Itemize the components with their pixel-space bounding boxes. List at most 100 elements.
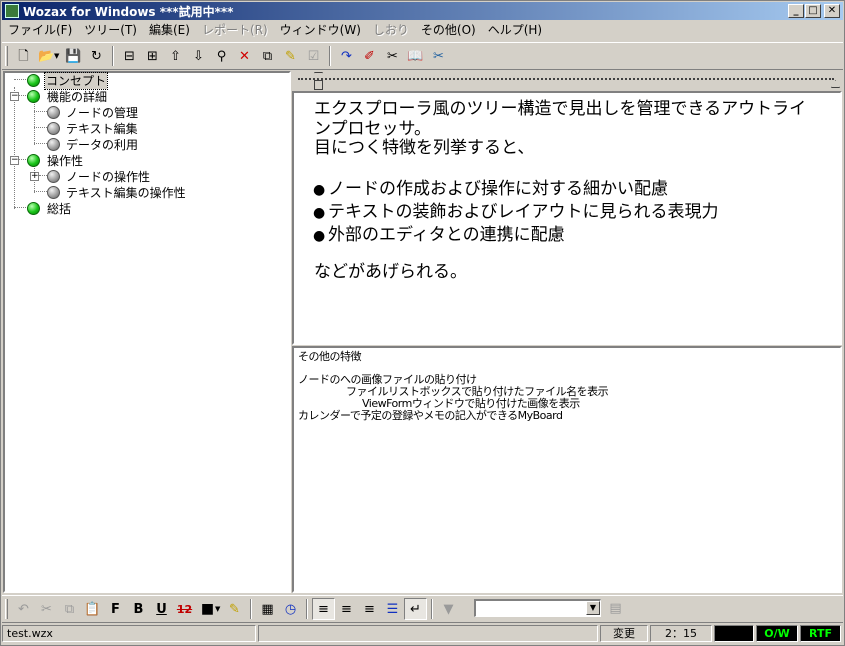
undo-icon[interactable]: ↶ (12, 598, 35, 620)
toolbar-separator (112, 46, 114, 66)
jump-icon[interactable]: ↷ (335, 45, 358, 67)
status-filename: test.wzx (2, 625, 256, 642)
move-up-icon[interactable]: ⇧ (164, 45, 187, 67)
move-down-icon[interactable]: ⇩ (187, 45, 210, 67)
doc-paragraph-line: 目につく特徴を列挙すると、 (314, 138, 535, 158)
memo-line: カレンダーで予定の登録やメモの記入ができるMyBoard (298, 409, 563, 422)
tree-node-node-management[interactable]: ノードの管理 (5, 105, 289, 121)
menu-bar: ファイル(F) ツリー(T) 編集(E) レポート(R) ウィンドウ(W) しお… (2, 20, 843, 40)
tree-node-label: 操作性 (47, 154, 84, 168)
style-extra-icon[interactable]: ▤ (604, 597, 627, 619)
ruler-ticks (298, 78, 834, 80)
document-editor[interactable]: エクスプローラ風のツリー構造で見出しを管理できるアウトライ ンプロセッサ。 目に… (292, 91, 842, 345)
cut-icon[interactable]: ✂ (35, 598, 58, 620)
save-icon[interactable]: 💾 (62, 45, 85, 67)
close-button[interactable]: ✕ (824, 4, 840, 18)
format-toolbar: ↶ ✂ ⧉ 📋 F B U 12 ■ ▼ ✎ ▦ ◷ ≡ ≡ ≡ ☰ ↵ ▼ (2, 595, 843, 623)
menu-window[interactable]: ウィンドウ(W) (274, 20, 367, 40)
node-next-icon[interactable]: ⊞ (141, 45, 164, 67)
node-status-gray-icon (47, 122, 60, 135)
node-status-gray-icon (47, 170, 60, 183)
delete-icon[interactable]: ✕ (233, 45, 256, 67)
tree-panel[interactable]: コンセプト − 機能の詳細 ノードの管理 テキスト編集 データの利用 − 操作性… (3, 71, 291, 593)
title-bar[interactable]: Wozax for Windows ***試用中*** _ □ ✕ (2, 2, 843, 20)
node-status-green-icon (27, 74, 40, 87)
menu-bookmark[interactable]: しおり (367, 20, 415, 40)
tree-node-label: テキスト編集の操作性 (66, 186, 186, 200)
memo-pane[interactable]: その他の特徴 ノードのへの画像ファイルの貼り付け ファイルリストボックスで貼り付… (292, 346, 842, 593)
maximize-button[interactable]: □ (805, 4, 821, 18)
book-icon[interactable]: 📖 (404, 45, 427, 67)
tree-node-text-editing[interactable]: テキスト編集 (5, 121, 289, 137)
find-binoculars-icon[interactable]: ⚲ (210, 45, 233, 67)
clock-icon[interactable]: ◷ (279, 598, 302, 620)
node-status-gray-icon (47, 138, 60, 151)
memo-heading: その他の特徴 (298, 350, 362, 363)
menu-help[interactable]: ヘルプ(H) (482, 20, 548, 40)
tree-node-text-edit-operation[interactable]: テキスト編集の操作性 (5, 185, 289, 201)
style-combobox[interactable]: ▼ (474, 599, 601, 617)
tree-node-label: 総括 (47, 202, 72, 216)
menu-edit[interactable]: 編集(E) (143, 20, 196, 40)
menu-file[interactable]: ファイル(F) (2, 20, 78, 40)
bullet-icon: ● (313, 205, 326, 221)
toolbar-separator (431, 599, 433, 619)
left-indent-marker-icon[interactable] (314, 80, 323, 90)
copy-icon[interactable]: ⧉ (58, 598, 81, 620)
open-dropdown-arrow-icon[interactable]: ▼ (54, 52, 62, 60)
highlight-icon[interactable]: ✎ (223, 598, 246, 620)
node-status-green-icon (27, 154, 40, 167)
new-file-icon[interactable]: 🗋 (12, 45, 35, 67)
note-icon[interactable]: ✎ (279, 45, 302, 67)
style-icon[interactable]: ▼ (437, 598, 460, 620)
paste-icon[interactable]: 📋 (81, 598, 104, 620)
refresh-icon[interactable]: ↻ (85, 45, 108, 67)
tree-node-usability[interactable]: − 操作性 (5, 153, 289, 169)
status-overwrite: O/W (756, 625, 798, 642)
combo-dropdown-arrow-icon[interactable]: ▼ (586, 601, 600, 615)
underline-button[interactable]: U (150, 598, 173, 620)
align-center-icon[interactable]: ≡ (335, 598, 358, 620)
minimize-button[interactable]: _ (788, 4, 804, 18)
status-cursor-position: 2：15 (650, 625, 712, 642)
expand-icon[interactable]: + (30, 172, 39, 181)
tools-icon[interactable]: ✂ (427, 45, 450, 67)
node-status-green-icon (27, 202, 40, 215)
menu-tree[interactable]: ツリー(T) (78, 20, 143, 40)
tree-node-label: テキスト編集 (66, 122, 138, 136)
menu-other[interactable]: その他(O) (415, 20, 482, 40)
calendar-icon[interactable]: ▦ (256, 598, 279, 620)
collapse-icon[interactable]: − (10, 92, 19, 101)
align-left-icon[interactable]: ≡ (312, 598, 335, 620)
check-icon[interactable]: ☑ (302, 45, 325, 67)
bold-button[interactable]: B (127, 598, 150, 620)
tree-node-concept[interactable]: コンセプト (5, 72, 289, 90)
copy-node-icon[interactable]: ⧉ (256, 45, 279, 67)
font-button[interactable]: F (104, 598, 127, 620)
word-wrap-icon[interactable]: ↵ (404, 598, 427, 620)
ruler[interactable] (294, 72, 842, 90)
tree-node-label: ノードの操作性 (66, 170, 151, 184)
tree-node-features[interactable]: − 機能の詳細 (5, 89, 289, 105)
app-icon[interactable] (5, 4, 19, 18)
toolbar-separator (250, 599, 252, 619)
bullet-icon: ● (313, 228, 326, 244)
tree-node-data-usage[interactable]: データの利用 (5, 137, 289, 153)
node-prev-icon[interactable]: ⊟ (118, 45, 141, 67)
edit-pencil-icon[interactable]: ✐ (358, 45, 381, 67)
bullet-list-icon[interactable]: ☰ (381, 598, 404, 620)
collapse-icon[interactable]: − (10, 156, 19, 165)
cut-node-icon[interactable]: ✂ (381, 45, 404, 67)
status-modified: 変更 (600, 625, 648, 642)
menu-report[interactable]: レポート(R) (196, 20, 274, 40)
tree-node-summary[interactable]: 総括 (5, 201, 289, 217)
toolbar-grip[interactable] (5, 599, 8, 619)
right-indent-marker-icon[interactable] (831, 80, 840, 88)
tree-node-node-operation[interactable]: + ノードの操作性 (5, 169, 289, 185)
toolbar-grip[interactable] (5, 46, 8, 66)
status-format: RTF (800, 625, 841, 642)
font-color-dropdown-arrow-icon[interactable]: ▼ (215, 605, 223, 613)
align-right-icon[interactable]: ≡ (358, 598, 381, 620)
status-info (258, 625, 598, 642)
font-size-button[interactable]: 12 (173, 598, 196, 620)
